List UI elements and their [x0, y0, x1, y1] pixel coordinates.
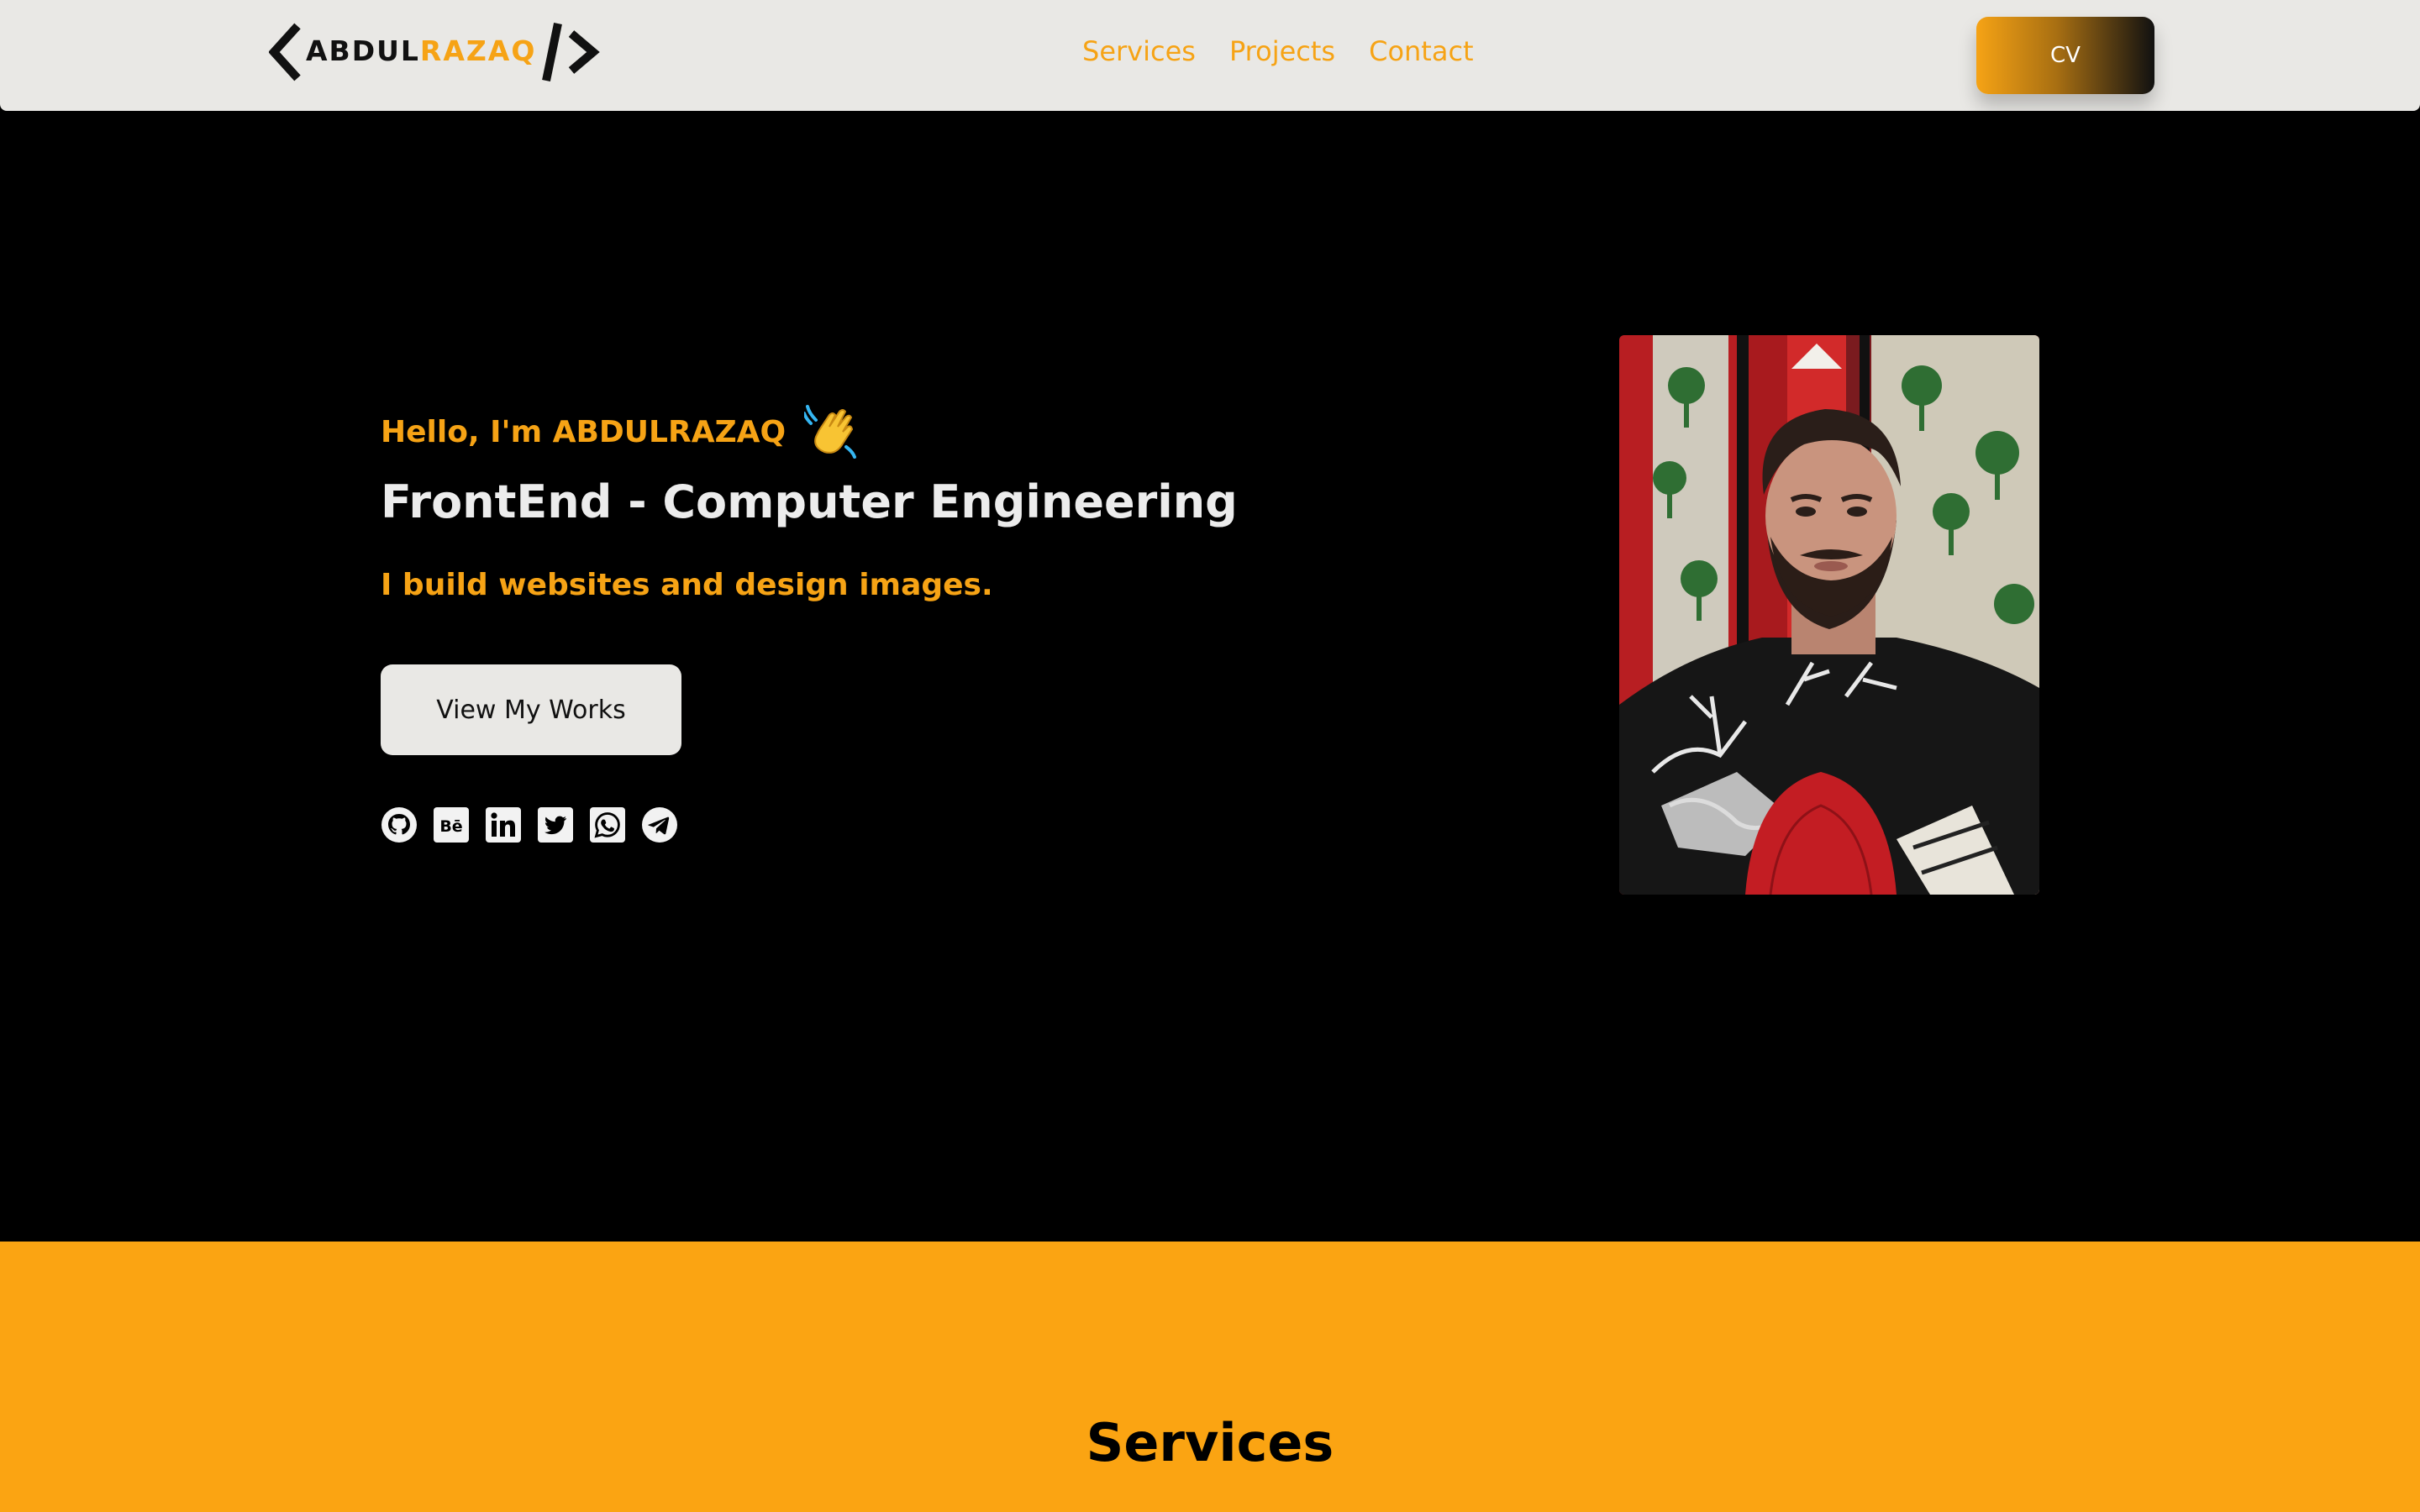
linkedin-icon[interactable]: [485, 806, 522, 843]
waving-hand-icon: [804, 405, 857, 459]
svg-text:Bē: Bē: [439, 817, 462, 836]
greeting-text: Hello, I'm ABDULRAZAQ: [381, 414, 786, 449]
left-chevron-icon: [269, 23, 301, 81]
slash-chevron-icon: [542, 22, 601, 82]
headline: FrontEnd - Computer Engineering: [381, 475, 1238, 528]
nav-link-contact[interactable]: Contact: [1369, 35, 1474, 67]
github-icon[interactable]: [381, 806, 418, 843]
nav-link-services[interactable]: Services: [1082, 35, 1196, 67]
logo-text: ABDULRAZAQ: [306, 34, 536, 67]
telegram-icon[interactable]: [641, 806, 678, 843]
behance-icon[interactable]: Bē: [433, 806, 470, 843]
tagline: I build websites and design images.: [381, 568, 993, 602]
profile-photo-illustration: [1619, 335, 2039, 895]
twitter-icon[interactable]: [537, 806, 574, 843]
services-title: Services: [1086, 1412, 1334, 1473]
logo[interactable]: ABDULRAZAQ: [269, 20, 603, 84]
nav-link-projects[interactable]: Projects: [1229, 35, 1335, 67]
hero-section: Hello, I'm ABDULRAZAQ FrontEnd - Compute…: [0, 111, 2420, 1242]
logo-text-part-a: ABDUL: [306, 34, 420, 67]
navbar: ABDULRAZAQ Services Projects Contact CV: [0, 0, 2420, 111]
logo-text-part-b: RAZAQ: [419, 34, 537, 67]
cv-button[interactable]: CV: [1976, 17, 2154, 94]
greeting: Hello, I'm ABDULRAZAQ: [381, 405, 858, 459]
view-my-works-button[interactable]: View My Works: [381, 664, 681, 755]
profile-photo: [1619, 335, 2039, 895]
services-section: Services: [0, 1242, 2420, 1512]
nav-links: Services Projects Contact: [1082, 35, 1474, 67]
social-links: Bē: [381, 806, 678, 843]
whatsapp-icon[interactable]: [589, 806, 626, 843]
